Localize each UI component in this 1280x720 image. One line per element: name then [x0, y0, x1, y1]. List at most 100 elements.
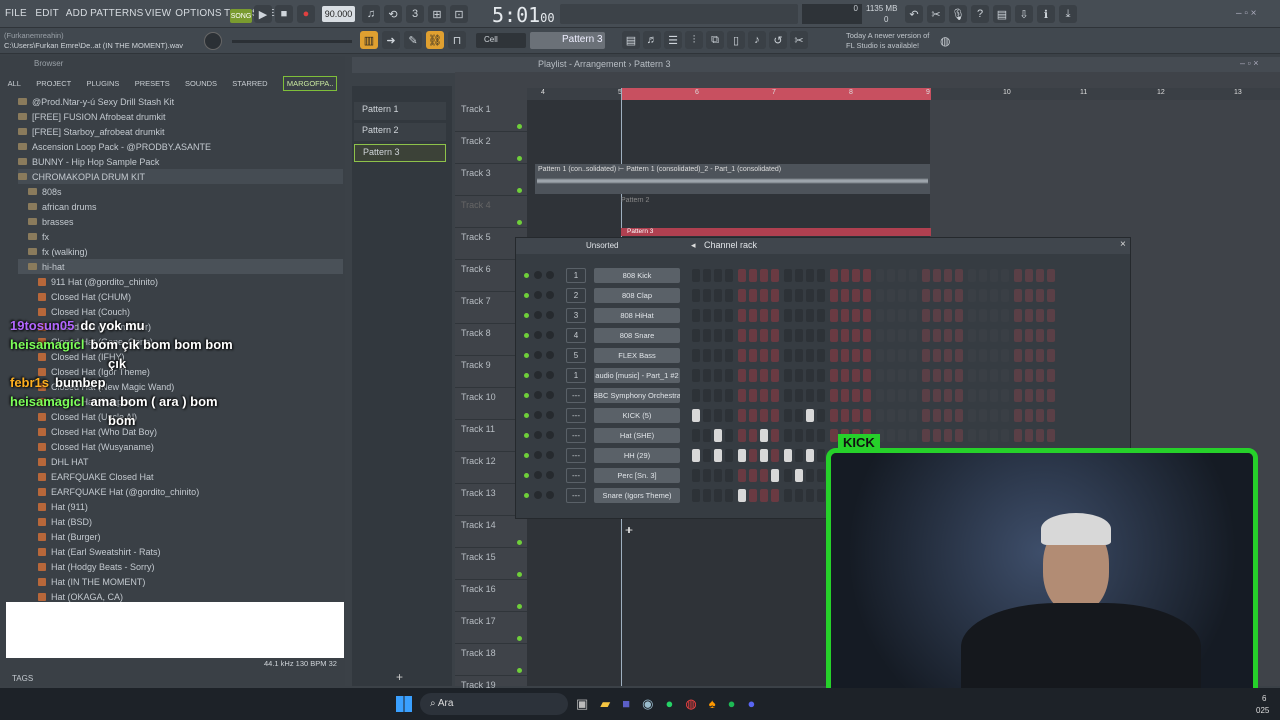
step-button[interactable]	[714, 409, 722, 422]
step-button[interactable]	[738, 449, 746, 462]
channel-pan-knob[interactable]	[534, 371, 542, 379]
playlist-window-controls[interactable]: – ▫ ×	[1240, 58, 1258, 68]
browser-tab[interactable]: MARGOFPA..	[282, 75, 338, 91]
step-button[interactable]	[738, 309, 746, 322]
step-button[interactable]	[1047, 409, 1055, 422]
step-button[interactable]	[898, 389, 906, 402]
step-button[interactable]	[760, 289, 768, 302]
step-button[interactable]	[933, 329, 941, 342]
channel-name-button[interactable]: Perc [Sn. 3]	[594, 468, 680, 483]
step-button[interactable]	[898, 269, 906, 282]
step-button[interactable]	[1036, 409, 1044, 422]
step-button[interactable]	[979, 389, 987, 402]
browser-item[interactable]: EARFQUAKE Closed Hat	[18, 469, 343, 484]
step-button[interactable]	[922, 349, 930, 362]
record-button[interactable]: ●	[297, 5, 315, 23]
pattern-item[interactable]: Pattern 1	[354, 102, 446, 120]
channel-pan-knob[interactable]	[534, 291, 542, 299]
step-button[interactable]	[714, 289, 722, 302]
step-button[interactable]	[990, 409, 998, 422]
channel-mixer-track[interactable]: ---	[566, 488, 586, 503]
step-button[interactable]	[714, 369, 722, 382]
step-button[interactable]	[817, 409, 825, 422]
step-button[interactable]	[887, 329, 895, 342]
step-button[interactable]	[979, 329, 987, 342]
step-button[interactable]	[955, 349, 963, 362]
channel-pan-knob[interactable]	[534, 331, 542, 339]
step-button[interactable]	[817, 329, 825, 342]
menu-item-edit[interactable]: EDIT	[35, 8, 59, 19]
step-button[interactable]	[714, 269, 722, 282]
step-button[interactable]	[771, 309, 779, 322]
step-button[interactable]	[898, 329, 906, 342]
step-button[interactable]	[725, 469, 733, 482]
step-button[interactable]	[922, 429, 930, 442]
step-button[interactable]	[968, 269, 976, 282]
browser-item[interactable]: african drums	[18, 199, 343, 214]
step-button[interactable]	[922, 269, 930, 282]
step-button[interactable]	[863, 289, 871, 302]
step-button[interactable]	[1047, 269, 1055, 282]
browser-item[interactable]: Hat (Hodgy Beats - Sorry)	[18, 559, 343, 574]
window-controls[interactable]: – ▫ ×	[1236, 8, 1257, 19]
browser-item[interactable]: Hat (BSD)	[18, 514, 343, 529]
step-button[interactable]	[909, 389, 917, 402]
step-button[interactable]	[863, 269, 871, 282]
step-button[interactable]	[817, 269, 825, 282]
step-button[interactable]	[806, 369, 814, 382]
browser-item[interactable]: 911 Hat (@gordito_chinito)	[18, 274, 343, 289]
step-button[interactable]	[933, 309, 941, 322]
channel-name-button[interactable]: 808 Clap	[594, 288, 680, 303]
step-button[interactable]	[806, 349, 814, 362]
step-button[interactable]	[692, 409, 700, 422]
browser-tab[interactable]: SOUNDS	[185, 79, 217, 88]
step-button[interactable]	[1014, 409, 1022, 422]
browser-tab[interactable]: ALL	[8, 79, 21, 88]
channel-vol-knob[interactable]	[546, 411, 554, 419]
step-button[interactable]	[771, 429, 779, 442]
step-button[interactable]	[830, 369, 838, 382]
globe-icon[interactable]: ◍	[940, 34, 950, 48]
piano-icon[interactable]: ♬	[643, 31, 661, 49]
step-button[interactable]	[852, 389, 860, 402]
step-button[interactable]	[703, 389, 711, 402]
step-button[interactable]	[738, 389, 746, 402]
step-button[interactable]	[784, 289, 792, 302]
audio-settings-icon[interactable]: ↺	[769, 31, 787, 49]
step-button[interactable]	[990, 369, 998, 382]
step-button[interactable]	[784, 349, 792, 362]
step-button[interactable]	[795, 269, 803, 282]
channel-pan-knob[interactable]	[534, 491, 542, 499]
channel-led-icon[interactable]	[524, 353, 529, 358]
step-button[interactable]	[979, 349, 987, 362]
step-button[interactable]	[979, 369, 987, 382]
blend-notes-icon[interactable]: ⊡	[450, 5, 468, 23]
step-button[interactable]	[760, 449, 768, 462]
step-button[interactable]	[692, 369, 700, 382]
step-button[interactable]	[738, 409, 746, 422]
channel-mixer-track[interactable]: ---	[566, 388, 586, 403]
pattern-item[interactable]: Pattern 2	[354, 123, 446, 141]
step-button[interactable]	[692, 449, 700, 462]
master-pitch-slider[interactable]	[232, 40, 352, 43]
channel-vol-knob[interactable]	[546, 471, 554, 479]
step-button[interactable]	[725, 389, 733, 402]
whatsapp-icon[interactable]: ●	[666, 696, 674, 712]
step-button[interactable]	[760, 489, 768, 502]
discord-icon[interactable]: ●	[747, 696, 755, 712]
step-button[interactable]	[817, 349, 825, 362]
step-button[interactable]	[771, 349, 779, 362]
step-button[interactable]	[749, 389, 757, 402]
step-button[interactable]	[806, 449, 814, 462]
piano-roll-icon[interactable]: ▥	[360, 31, 378, 49]
channel-pan-knob[interactable]	[534, 271, 542, 279]
step-button[interactable]	[876, 389, 884, 402]
browser-icon[interactable]: ▯	[727, 31, 745, 49]
browser-item[interactable]: Closed Hat (CHUM)	[18, 289, 343, 304]
step-button[interactable]	[955, 429, 963, 442]
step-button[interactable]	[703, 349, 711, 362]
step-button[interactable]	[933, 409, 941, 422]
step-button[interactable]	[738, 329, 746, 342]
track-header[interactable]: Track 15	[455, 548, 527, 580]
track-header[interactable]: Track 1	[455, 100, 527, 132]
